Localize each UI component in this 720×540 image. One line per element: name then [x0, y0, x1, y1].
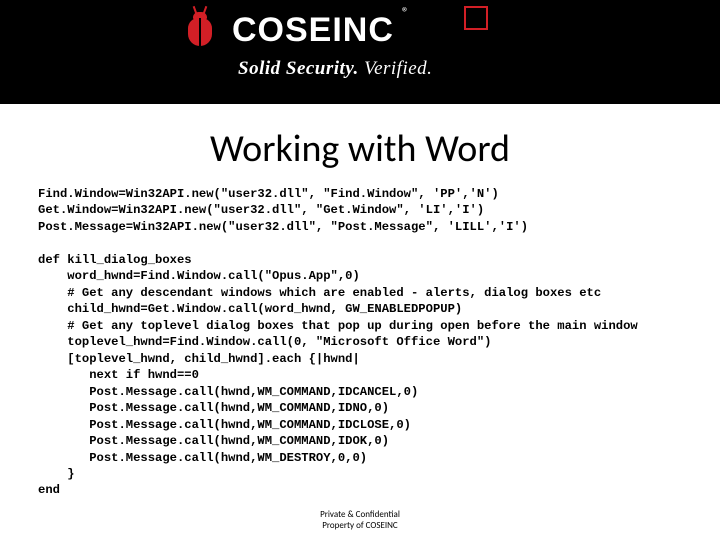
tagline: Solid Security. Verified.: [238, 58, 432, 80]
brand-name: COSEINC: [232, 11, 394, 50]
footer-line-2: Property of COSEINC: [0, 521, 720, 532]
registered-mark: ®: [402, 4, 409, 21]
tagline-light: Verified.: [364, 58, 432, 79]
logo-box-icon: [464, 6, 488, 30]
code-block: Find.Window=Win32API.new("user32.dll", "…: [38, 186, 720, 499]
bug-icon: [178, 8, 222, 52]
slide-title: Working with Word: [0, 126, 720, 172]
tagline-bold: Solid Security.: [238, 58, 359, 79]
slide-header: COSEINC ® Solid Security. Verified.: [0, 0, 720, 104]
slide-footer: Private & Confidential Property of COSEI…: [0, 510, 720, 532]
brand-logo: COSEINC ®: [178, 8, 405, 52]
